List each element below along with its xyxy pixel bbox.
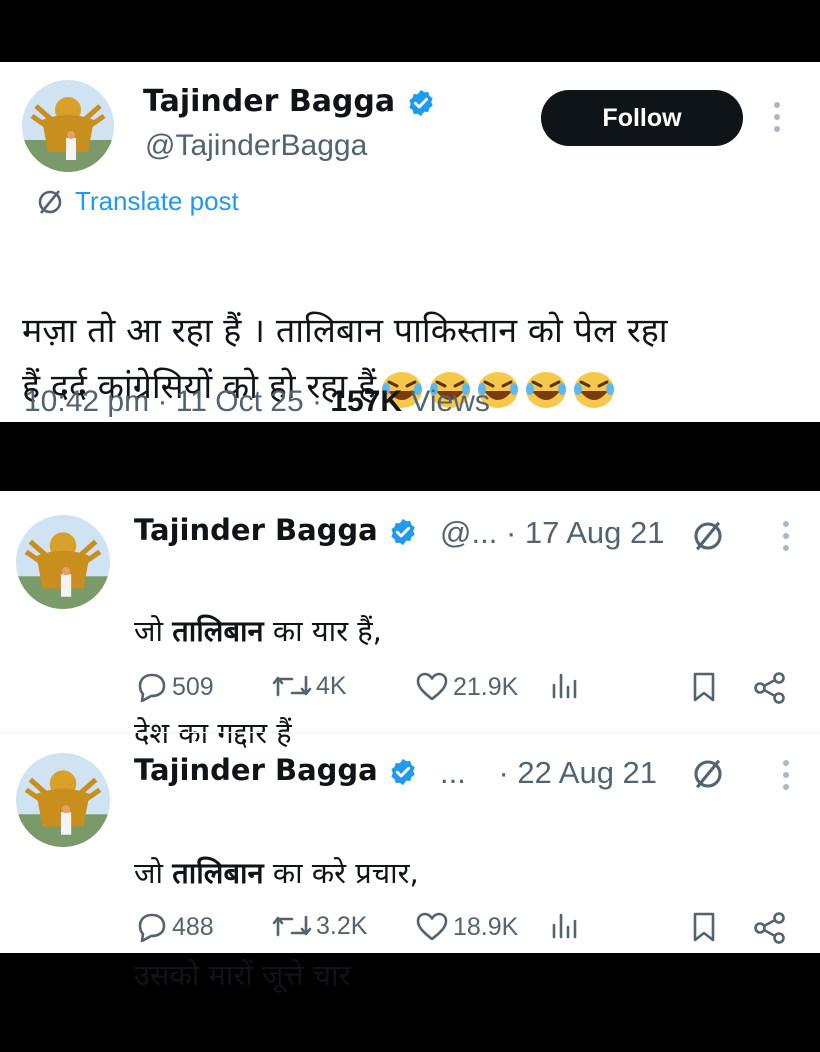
reply-button[interactable]: 509 bbox=[134, 671, 214, 703]
share-button[interactable] bbox=[752, 671, 788, 705]
more-options-icon[interactable] bbox=[779, 518, 793, 554]
bookmark-button[interactable] bbox=[690, 671, 718, 703]
laughing-emoji-icon bbox=[574, 371, 615, 408]
share-button[interactable] bbox=[752, 911, 788, 945]
tweet-text-bold: तालिबान bbox=[172, 856, 264, 890]
post-date[interactable]: 11 Oct 25 bbox=[176, 385, 304, 418]
reply-icon bbox=[138, 673, 166, 703]
verified-badge-icon bbox=[391, 518, 415, 546]
avatar[interactable] bbox=[22, 80, 114, 172]
like-icon bbox=[416, 912, 448, 941]
bookmark-button[interactable] bbox=[690, 911, 718, 943]
meta-separator: · bbox=[157, 385, 168, 418]
views-button[interactable] bbox=[550, 671, 578, 701]
tweet-handle-date: ... · 22 Aug 21 bbox=[440, 755, 657, 791]
divider bbox=[0, 732, 820, 733]
verified-badge-icon bbox=[408, 89, 433, 116]
tweet-text-line-2: उसको मारों जूत्ते चार bbox=[134, 958, 351, 992]
follow-button[interactable]: Follow bbox=[541, 90, 743, 146]
author-name[interactable]: Tajinder Bagga bbox=[134, 753, 378, 787]
like-icon bbox=[416, 672, 448, 701]
author-name-row[interactable]: Tajinder Bagga bbox=[143, 84, 436, 119]
tweet-text-bold: तालिबान bbox=[172, 614, 264, 648]
tweet-text-line-1: जो तालिबान का करे प्रचार, bbox=[134, 848, 419, 899]
author-handle[interactable]: @... bbox=[440, 515, 497, 550]
avatar[interactable] bbox=[16, 753, 110, 847]
like-button[interactable]: 21.9K bbox=[415, 671, 518, 703]
repost-icon bbox=[272, 915, 312, 937]
views-icon bbox=[552, 913, 577, 939]
avatar-image bbox=[16, 753, 110, 847]
tweet-text-part: का यार हैं, bbox=[263, 614, 382, 648]
avatar-image bbox=[22, 80, 114, 172]
tweet-text-line-1: जो तालिबान का यार हैं, bbox=[134, 606, 382, 657]
avatar[interactable] bbox=[16, 515, 110, 609]
reply-count: 488 bbox=[172, 912, 214, 941]
tweet-handle-date: @... · 17 Aug 21 bbox=[440, 515, 665, 551]
verified-badge-icon bbox=[391, 758, 415, 786]
repost-icon bbox=[272, 675, 312, 697]
more-options-icon[interactable] bbox=[779, 757, 793, 793]
like-count: 21.9K bbox=[453, 672, 519, 701]
translate-icon[interactable] bbox=[690, 518, 726, 554]
views-count: 157K bbox=[330, 385, 403, 418]
old-tweets-panel: Tajinder Bagga @... · 17 Aug 21 जो तालिब… bbox=[0, 491, 820, 992]
author-name-row[interactable]: Tajinder Bagga bbox=[134, 513, 418, 547]
author-handle[interactable]: @TajinderBagga bbox=[145, 129, 367, 163]
tweet-date[interactable]: · 17 Aug 21 bbox=[506, 515, 665, 550]
translate-post-link[interactable]: Translate post bbox=[35, 186, 239, 217]
post-time[interactable]: 10:42 pm bbox=[24, 385, 149, 418]
like-button[interactable]: 18.9K bbox=[415, 911, 518, 943]
tweet-date[interactable]: · 22 Aug 21 bbox=[498, 755, 657, 790]
author-name[interactable]: Tajinder Bagga bbox=[143, 84, 395, 119]
bookmark-icon bbox=[693, 672, 715, 702]
reply-button[interactable]: 488 bbox=[134, 911, 214, 943]
views-icon bbox=[552, 673, 577, 699]
avatar-image bbox=[16, 515, 110, 609]
share-icon bbox=[754, 912, 785, 944]
main-post-panel: Tajinder Bagga @TajinderBagga Follow Tra… bbox=[0, 62, 820, 422]
translate-icon bbox=[38, 189, 62, 214]
more-options-icon[interactable] bbox=[770, 99, 784, 135]
translate-icon[interactable] bbox=[690, 756, 726, 792]
repost-count: 4K bbox=[316, 671, 347, 700]
meta-separator: · bbox=[311, 385, 322, 418]
tweet-text-part: का करे प्रचार, bbox=[263, 856, 419, 890]
reply-count: 509 bbox=[172, 672, 214, 701]
tweet-text-line-2: देश का गद्दार हैं bbox=[134, 716, 292, 750]
share-icon bbox=[754, 672, 785, 704]
repost-button[interactable]: 4K bbox=[272, 671, 347, 701]
views-label: Views bbox=[410, 385, 490, 418]
author-handle[interactable]: ... bbox=[440, 755, 466, 790]
repost-button[interactable]: 3.2K bbox=[272, 911, 367, 941]
laughing-emoji-icon bbox=[526, 371, 567, 408]
author-name[interactable]: Tajinder Bagga bbox=[134, 513, 378, 547]
tweet-text-part: जो bbox=[134, 856, 173, 890]
repost-count: 3.2K bbox=[316, 911, 368, 940]
tweet-actions: 509 4K 21.9K bbox=[0, 671, 820, 711]
post-meta: 10:42 pm · 11 Oct 25 · 157K Views bbox=[24, 385, 490, 419]
reply-icon bbox=[138, 913, 166, 943]
bookmark-icon bbox=[693, 912, 715, 942]
tweet-actions: 488 3.2K 18.9K bbox=[0, 911, 820, 951]
translate-post-label[interactable]: Translate post bbox=[75, 186, 239, 217]
author-name-row[interactable]: Tajinder Bagga bbox=[134, 753, 418, 787]
tweet-text-part: जो bbox=[134, 614, 173, 648]
like-count: 18.9K bbox=[453, 912, 519, 941]
views-button[interactable] bbox=[550, 911, 578, 941]
